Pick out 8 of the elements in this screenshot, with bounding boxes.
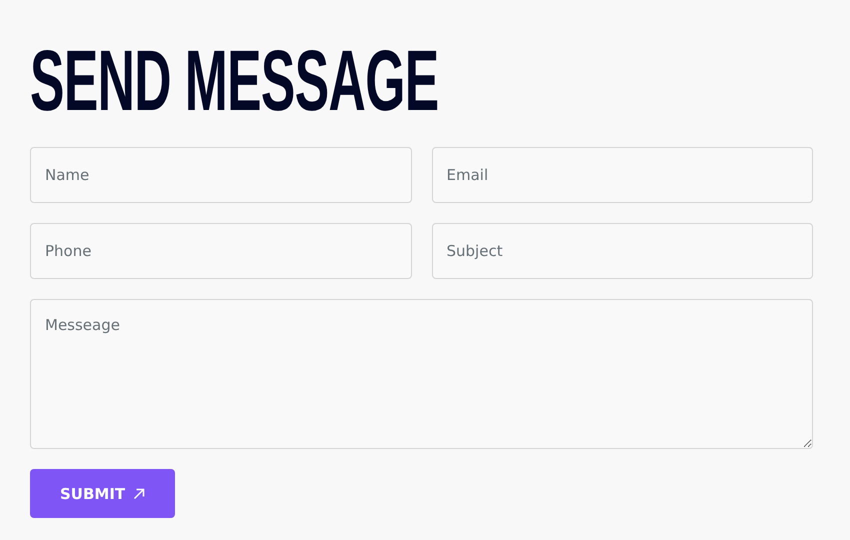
form-title: SEND MESSAGE: [30, 36, 439, 126]
arrow-icon: [133, 488, 146, 500]
input-field[interactable]: Email: [432, 147, 813, 203]
input-field[interactable]: Name: [30, 147, 412, 203]
message-field[interactable]: Messeage: [30, 299, 813, 449]
input-field[interactable]: Phone: [30, 223, 412, 279]
submit-button[interactable]: SUBMIT: [30, 469, 176, 518]
input-field[interactable]: Subject: [432, 223, 813, 279]
